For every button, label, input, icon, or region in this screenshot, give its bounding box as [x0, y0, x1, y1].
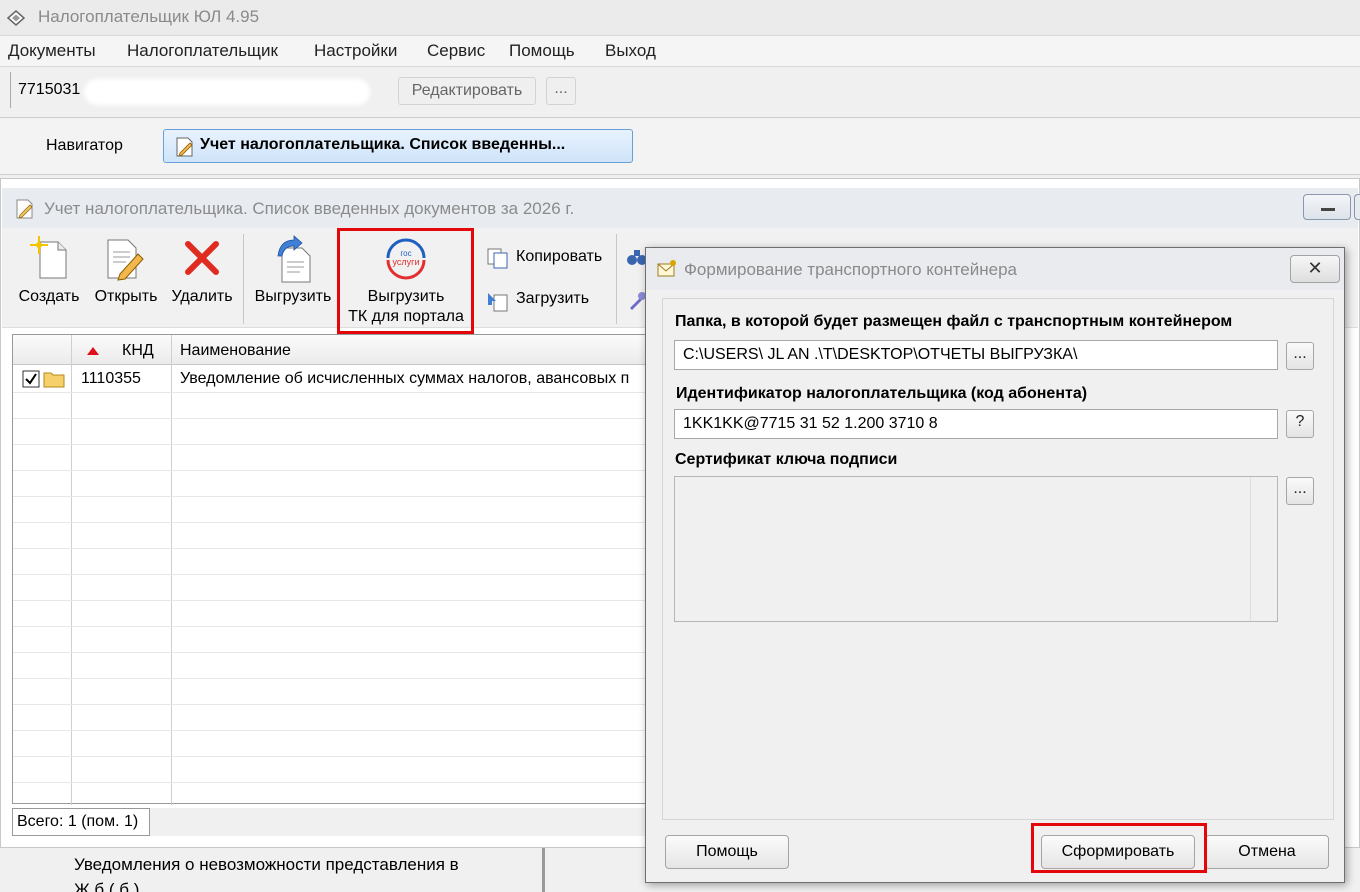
taxpayer-more-button[interactable]: ...	[546, 77, 576, 105]
sort-ascending-icon[interactable]	[86, 346, 100, 356]
maximize-button[interactable]	[1354, 194, 1360, 220]
grid-row-line	[13, 470, 652, 471]
grid-row-line	[13, 782, 652, 783]
col-header-knd[interactable]: КНД	[122, 342, 154, 360]
delete-button[interactable]: Удалить	[166, 232, 238, 312]
background-text-partial: Ж б ( б )	[74, 880, 140, 892]
tab-taxpayer-documents-label: Учет налогоплательщика. Список введенны.…	[200, 136, 566, 153]
open-label: Открыть	[94, 288, 158, 305]
export-document-icon	[277, 235, 311, 283]
redacted-area	[84, 79, 370, 105]
menu-help[interactable]: Помощь	[509, 41, 575, 61]
highlight-box	[1031, 823, 1207, 873]
import-icon	[488, 293, 508, 312]
choose-certificate-button[interactable]: ...	[1286, 477, 1314, 505]
certificate-field[interactable]	[674, 476, 1278, 622]
grid-row-line	[13, 574, 652, 575]
export-label: Выгрузить	[254, 288, 332, 305]
grid-row-line	[13, 444, 652, 445]
grid-header	[13, 335, 653, 365]
browse-folder-button[interactable]: ...	[1286, 342, 1314, 370]
folder-icon	[43, 372, 65, 388]
document-edit-icon	[176, 137, 193, 157]
menubar: Документы Налогоплательщик Настройки Сер…	[0, 36, 1360, 66]
dialog-title: Формирование транспортного контейнера	[684, 260, 1018, 279]
grid-row-line	[13, 600, 652, 601]
background-text: Уведомления о невозможности представлени…	[74, 855, 459, 874]
edit-taxpayer-button[interactable]: Редактировать	[398, 77, 536, 105]
grid-row-line	[13, 392, 652, 393]
grid-row-line	[13, 652, 652, 653]
grid-row-line	[13, 548, 652, 549]
delete-x-icon	[185, 241, 219, 275]
grid-col-divider	[71, 335, 72, 805]
minimize-button[interactable]	[1303, 194, 1351, 220]
documents-grid	[12, 334, 652, 804]
grid-row-line	[13, 496, 652, 497]
highlight-box	[337, 228, 474, 334]
open-document-icon	[107, 239, 144, 281]
document-window-title: Учет налогоплательщика. Список введенных…	[44, 199, 575, 218]
create-button[interactable]: Создать	[14, 232, 84, 312]
app-logo-icon	[6, 10, 26, 26]
copy-icon	[487, 248, 508, 269]
menu-settings[interactable]: Настройки	[314, 41, 397, 61]
menu-service[interactable]: Сервис	[427, 41, 485, 61]
document-edit-icon	[16, 199, 33, 219]
grid-row-line	[13, 704, 652, 705]
toolbar-separator	[616, 234, 617, 324]
row-name: Уведомление об исчисленных суммах налого…	[180, 370, 630, 387]
delete-label: Удалить	[171, 288, 233, 305]
envelope-icon	[657, 260, 676, 277]
grid-row-line	[13, 418, 652, 419]
grid-row-line	[13, 626, 652, 627]
create-label: Создать	[18, 288, 80, 305]
dialog-close-button[interactable]: ✕	[1290, 255, 1340, 283]
new-document-icon	[30, 236, 67, 279]
certificate-label: Сертификат ключа подписи	[675, 451, 898, 468]
help-button[interactable]: Помощь	[665, 835, 789, 869]
col-header-name[interactable]: Наименование	[180, 342, 291, 360]
navigator-tab[interactable]: Навигатор	[46, 137, 123, 155]
grid-row-line	[13, 522, 652, 523]
menu-taxpayer[interactable]: Налогоплательщик	[127, 41, 278, 61]
grid-row-line	[13, 678, 652, 679]
open-button[interactable]: Открыть	[88, 232, 164, 312]
app-title: Налогоплательщик ЮЛ 4.95	[38, 7, 260, 26]
taxpayer-inn: 7715031	[18, 81, 81, 98]
certificate-scroll-divider	[1250, 477, 1251, 621]
toolbar-separator	[243, 234, 244, 324]
copy-button[interactable]: Копировать	[484, 244, 612, 272]
grid-row-line	[13, 730, 652, 731]
export-button[interactable]: Выгрузить	[250, 232, 336, 312]
table-row[interactable]: 1110355 Уведомление об исчисленных сумма…	[13, 366, 652, 392]
row-checkbox[interactable]	[22, 370, 40, 388]
background-divider	[542, 848, 545, 892]
menu-documents[interactable]: Документы	[8, 41, 96, 61]
status-total: Всего: 1 (пом. 1)	[12, 808, 150, 836]
folder-path-input[interactable]: C:\USERS\ JL AN .\T\DESKTOP\ОТЧЕТЫ ВЫГРУ…	[674, 340, 1278, 370]
row-knd: 1110355	[81, 370, 141, 387]
taxpayer-id-input[interactable]: 1KK1KK@7715 31 52 1.200 3710 8	[674, 409, 1278, 439]
copy-label: Копировать	[516, 248, 603, 265]
cancel-button[interactable]: Отмена	[1205, 835, 1329, 869]
taxpayer-id-help-button[interactable]: ?	[1286, 410, 1314, 438]
load-button[interactable]: Загрузить	[484, 286, 612, 314]
taxpayer-id-label: Идентификатор налогоплательщика (код або…	[676, 385, 1088, 402]
menu-exit[interactable]: Выход	[605, 41, 656, 61]
folder-label: Папка, в которой будет размещен файл с т…	[675, 313, 1233, 330]
load-label: Загрузить	[516, 290, 590, 307]
grid-row-line	[13, 756, 652, 757]
grid-col-divider	[171, 335, 172, 805]
